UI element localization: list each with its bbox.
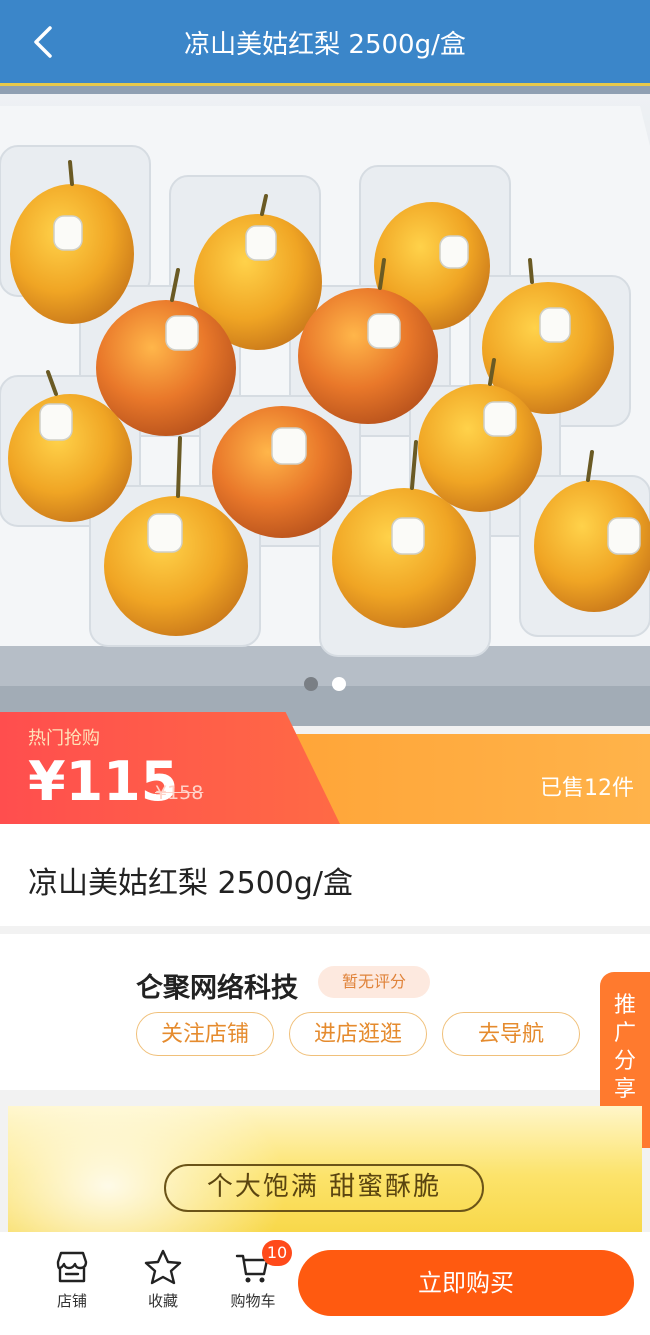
promote-char-1: 推 [613,993,636,1018]
product-detail-banner: 个大饱满 甜蜜酥脆 [8,1106,642,1232]
shop-card: 仑聚网络科技 暂无评分 关注店铺 进店逛逛 去导航 [0,934,650,1090]
price-band: 热门抢购 ¥115 ¥158 已售12件 [0,712,650,824]
gallery-dot-1[interactable] [304,677,318,691]
promote-char-3: 分 [613,1049,636,1074]
star-icon [144,1249,182,1285]
shop-name: 仑聚网络科技 [136,973,298,1004]
product-photo [0,86,650,726]
visit-shop-button[interactable]: 进店逛逛 [289,1012,427,1056]
original-price: ¥158 [155,782,204,804]
follow-shop-button[interactable]: 关注店铺 [136,1012,274,1056]
navigation-bar: 凉山美姑红梨 2500g/盒 [0,0,650,86]
cart-count-badge: 10 [262,1240,292,1266]
rating-badge: 暂无评分 [318,966,430,998]
product-image-gallery[interactable] [0,86,650,726]
sold-count: 已售12件 [540,776,634,801]
gallery-pagination [0,677,650,691]
product-title-card: 凉山美姑红梨 2500g/盒 [0,824,650,926]
page-title: 凉山美姑红梨 2500g/盒 [184,30,466,60]
promote-char-4: 享 [613,1077,636,1102]
tab-store-label: 店铺 [56,1292,87,1310]
store-icon [56,1251,88,1283]
promote-char-2: 广 [613,1021,636,1046]
buy-now-button[interactable]: 立即购买 [298,1250,634,1316]
hot-sale-label: 热门抢购 [28,728,100,749]
tab-favorite[interactable]: 收藏 [128,1248,198,1311]
tab-favorite-label: 收藏 [147,1292,178,1310]
bottom-action-bar: 店铺 收藏 购物车 10 立即购买 [0,1232,650,1335]
tab-store[interactable]: 店铺 [37,1248,107,1311]
navigate-button[interactable]: 去导航 [442,1012,580,1056]
tab-cart-label: 购物车 [230,1292,276,1310]
gallery-dot-2[interactable] [332,677,346,691]
product-title: 凉山美姑红梨 2500g/盒 [28,866,354,901]
banner-slogan: 个大饱满 甜蜜酥脆 [164,1164,484,1212]
